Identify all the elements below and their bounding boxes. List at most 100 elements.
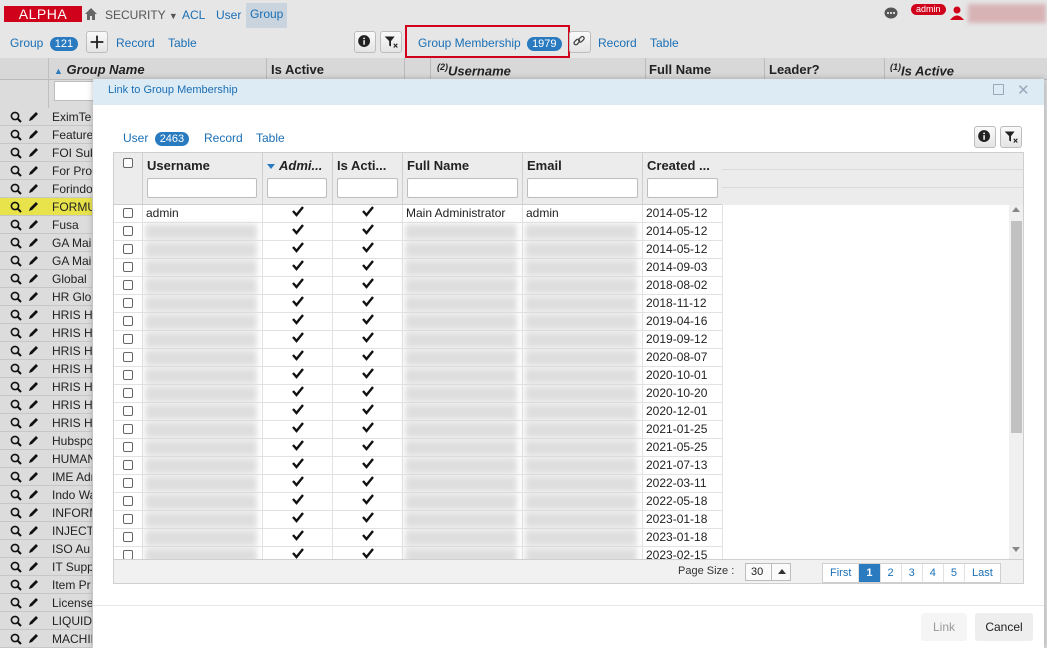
- search-icon[interactable]: [10, 507, 22, 519]
- home-icon[interactable]: [84, 7, 98, 21]
- group-list-row[interactable]: HRIS H: [0, 396, 92, 414]
- bg-header-is-active-2[interactable]: (1)Is Active: [890, 62, 954, 78]
- clear-filter-button[interactable]: [380, 31, 402, 53]
- group-list-row[interactable]: Forindo: [0, 180, 92, 198]
- search-icon[interactable]: [10, 597, 22, 609]
- row-checkbox[interactable]: [123, 226, 133, 236]
- col-created[interactable]: Created ...: [643, 153, 723, 205]
- edit-icon[interactable]: [28, 237, 39, 248]
- table-row[interactable]: 2021-07-13: [114, 457, 723, 475]
- info-button[interactable]: [354, 31, 376, 53]
- group-list-row[interactable]: MACHIN: [0, 630, 92, 648]
- search-icon[interactable]: [10, 129, 22, 141]
- table-row[interactable]: 2019-04-16: [114, 313, 723, 331]
- user-icon[interactable]: [950, 6, 964, 20]
- group-list-row[interactable]: GA Mai: [0, 252, 92, 270]
- edit-icon[interactable]: [28, 579, 39, 590]
- edit-icon[interactable]: [28, 417, 39, 428]
- user-counter[interactable]: User 2463: [123, 131, 190, 146]
- group-list-row[interactable]: FORMU: [0, 198, 92, 216]
- group-list-row[interactable]: EximTe: [0, 108, 92, 126]
- group-list-row[interactable]: HRIS H: [0, 378, 92, 396]
- table-row[interactable]: 2018-08-02: [114, 277, 723, 295]
- search-icon[interactable]: [10, 525, 22, 537]
- search-icon[interactable]: [10, 219, 22, 231]
- group-membership-tab[interactable]: Group Membership 1979: [418, 36, 562, 51]
- search-icon[interactable]: [10, 435, 22, 447]
- add-button[interactable]: [86, 31, 108, 53]
- search-icon[interactable]: [10, 417, 22, 429]
- group-list-row[interactable]: Indo Wa: [0, 486, 92, 504]
- table-row[interactable]: 2018-11-12: [114, 295, 723, 313]
- admin-filter-input[interactable]: [267, 178, 327, 198]
- scroll-up-icon[interactable]: [1012, 207, 1020, 212]
- group-list-row[interactable]: Global: [0, 270, 92, 288]
- row-checkbox[interactable]: [123, 442, 133, 452]
- row-checkbox[interactable]: [123, 424, 133, 434]
- scroll-down-icon[interactable]: [1012, 547, 1020, 552]
- group-list-row[interactable]: Item Pr: [0, 576, 92, 594]
- maximize-icon[interactable]: [993, 84, 1004, 95]
- group-list-row[interactable]: License: [0, 594, 92, 612]
- edit-icon[interactable]: [28, 219, 39, 230]
- search-icon[interactable]: [10, 453, 22, 465]
- created-filter-input[interactable]: [647, 178, 718, 198]
- email-filter-input[interactable]: [527, 178, 638, 198]
- col-admin[interactable]: Admi...: [263, 153, 333, 205]
- edit-icon[interactable]: [28, 273, 39, 284]
- edit-icon[interactable]: [28, 525, 39, 536]
- edit-icon[interactable]: [28, 129, 39, 140]
- search-icon[interactable]: [10, 579, 22, 591]
- group-list-row[interactable]: HRIS H: [0, 414, 92, 432]
- acl-menu[interactable]: ACL: [182, 8, 205, 22]
- page-link[interactable]: First: [823, 564, 860, 582]
- table-row[interactable]: 2020-10-01: [114, 367, 723, 385]
- search-icon[interactable]: [10, 201, 22, 213]
- group-menu[interactable]: Group: [246, 3, 288, 28]
- edit-icon[interactable]: [28, 489, 39, 500]
- row-checkbox[interactable]: [123, 298, 133, 308]
- edit-icon[interactable]: [28, 435, 39, 446]
- edit-icon[interactable]: [28, 399, 39, 410]
- table-row[interactable]: 2023-01-18: [114, 511, 723, 529]
- search-icon[interactable]: [10, 183, 22, 195]
- search-icon[interactable]: [10, 255, 22, 267]
- table-row[interactable]: 2023-01-18: [114, 529, 723, 547]
- table-row[interactable]: 2022-05-18: [114, 493, 723, 511]
- col-email[interactable]: Email: [523, 153, 643, 205]
- row-checkbox[interactable]: [123, 478, 133, 488]
- search-icon[interactable]: [10, 363, 22, 375]
- group-list-row[interactable]: For Pro: [0, 162, 92, 180]
- edit-icon[interactable]: [28, 309, 39, 320]
- page-link[interactable]: 4: [923, 564, 944, 582]
- search-icon[interactable]: [10, 147, 22, 159]
- edit-icon[interactable]: [28, 147, 39, 158]
- table-view-link[interactable]: Table: [168, 36, 197, 50]
- edit-icon[interactable]: [28, 615, 39, 626]
- user-menu[interactable]: User: [216, 8, 241, 22]
- table-row[interactable]: 2014-05-12: [114, 223, 723, 241]
- close-icon[interactable]: ✕: [1017, 81, 1030, 99]
- bg-header-full-name[interactable]: Full Name: [649, 62, 711, 77]
- table-row[interactable]: 2014-05-12: [114, 241, 723, 259]
- edit-icon[interactable]: [28, 633, 39, 644]
- table-row[interactable]: 2014-09-03: [114, 259, 723, 277]
- table-row[interactable]: 2021-05-25: [114, 439, 723, 457]
- dialog-info-button[interactable]: [974, 126, 996, 148]
- row-checkbox[interactable]: [123, 460, 133, 470]
- search-icon[interactable]: [10, 471, 22, 483]
- edit-icon[interactable]: [28, 327, 39, 338]
- table-row[interactable]: 2023-02-15: [114, 547, 723, 559]
- group-list-row[interactable]: Feature: [0, 126, 92, 144]
- select-all-checkbox[interactable]: [123, 158, 133, 168]
- group-list-row[interactable]: HRIS H: [0, 306, 92, 324]
- group-list-row[interactable]: Hubspo: [0, 432, 92, 450]
- search-icon[interactable]: [10, 273, 22, 285]
- row-checkbox[interactable]: [123, 532, 133, 542]
- page-link[interactable]: 2: [881, 564, 902, 582]
- group-list-row[interactable]: GA Mai: [0, 234, 92, 252]
- membership-record-link[interactable]: Record: [598, 36, 637, 50]
- col-is-active[interactable]: Is Acti...: [333, 153, 403, 205]
- edit-icon[interactable]: [28, 561, 39, 572]
- bg-header-is-active[interactable]: Is Active: [271, 62, 324, 77]
